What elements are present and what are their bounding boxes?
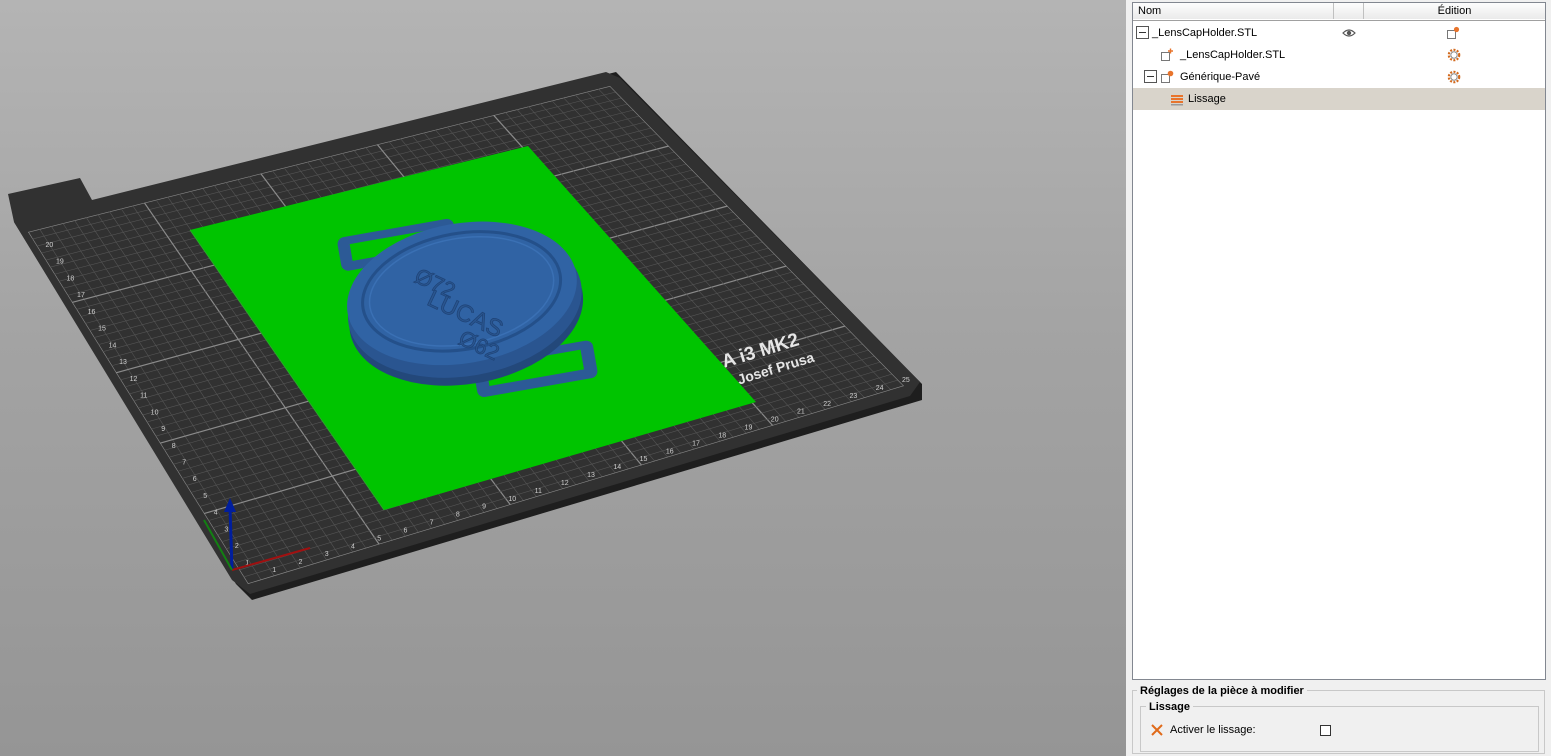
- remove-x-icon[interactable]: [1150, 723, 1164, 737]
- tree-row-modifier[interactable]: Générique-Pavé: [1133, 66, 1545, 88]
- y-tick-label: 4: [214, 510, 218, 517]
- y-tick-label: 3: [224, 526, 228, 533]
- gear-icon[interactable]: [1447, 70, 1461, 84]
- x-tick-label: 7: [430, 520, 434, 527]
- object-name: _LensCapHolder.STL: [1152, 27, 1258, 39]
- modifier-icon: [1161, 70, 1174, 83]
- eye-icon[interactable]: [1342, 26, 1356, 40]
- x-tick-label: 23: [850, 393, 858, 400]
- x-tick-label: 20: [771, 417, 779, 424]
- x-tick-label: 4: [351, 543, 355, 550]
- viewport-scene: 1234567891011121314151617181920212223242…: [8, 72, 922, 600]
- x-tick-label: 18: [718, 432, 726, 439]
- object-list[interactable]: Nom Édition _LensCapHolder.STL _LensCapH: [1132, 2, 1546, 680]
- tree-row-setting[interactable]: Lissage: [1133, 88, 1545, 110]
- x-tick-label: 5: [377, 535, 381, 542]
- column-header-visibility[interactable]: [1334, 3, 1364, 19]
- setting-name: Lissage: [1188, 93, 1226, 105]
- tree-row-object[interactable]: _LensCapHolder.STL: [1133, 22, 1545, 44]
- gear-icon[interactable]: [1447, 48, 1461, 62]
- x-tick-label: 24: [876, 385, 884, 392]
- ironing-option-label: Activer le lissage:: [1170, 724, 1256, 736]
- y-tick-label: 10: [151, 409, 159, 416]
- y-tick-label: 20: [46, 242, 54, 249]
- x-tick-label: 19: [745, 425, 753, 432]
- collapse-toggle[interactable]: [1136, 26, 1149, 39]
- y-tick-label: 16: [88, 309, 96, 316]
- x-tick-label: 16: [666, 448, 674, 455]
- y-tick-label: 18: [67, 275, 75, 282]
- ironing-group-title: Lissage: [1146, 701, 1193, 713]
- x-tick-label: 10: [508, 496, 516, 503]
- x-tick-label: 1: [272, 567, 276, 574]
- y-tick-label: 9: [161, 426, 165, 433]
- x-tick-label: 8: [456, 512, 460, 519]
- y-tick-label: 15: [98, 326, 106, 333]
- x-tick-label: 21: [797, 409, 805, 416]
- ironing-checkbox[interactable]: [1320, 725, 1331, 736]
- x-tick-label: 6: [403, 527, 407, 534]
- x-tick-label: 25: [902, 377, 910, 384]
- y-tick-label: 7: [182, 459, 186, 466]
- y-tick-label: 17: [77, 292, 85, 299]
- tree-row-part[interactable]: _LensCapHolder.STL: [1133, 44, 1545, 66]
- x-tick-label: 2: [298, 559, 302, 566]
- x-tick-label: 9: [482, 504, 486, 511]
- x-tick-label: 15: [640, 456, 648, 463]
- y-tick-label: 8: [172, 443, 176, 450]
- column-header-name[interactable]: Nom: [1133, 3, 1334, 19]
- 3d-viewport[interactable]: 1 2 3 4 5 6 7 8 9 10 11 12 13 14 15 16 17 18 19 20 21 22 23 24 2…: [0, 0, 1126, 756]
- x-tick-label: 11: [535, 488, 542, 495]
- x-tick-label: 13: [587, 472, 595, 479]
- object-list-header: Nom Édition: [1133, 3, 1545, 21]
- part-settings-panel: Réglages de la pièce à modifier Lissage …: [1132, 682, 1545, 754]
- y-tick-label: 14: [109, 342, 117, 349]
- settings-title: Réglages de la pièce à modifier: [1137, 685, 1307, 697]
- y-tick-label: 11: [140, 393, 147, 400]
- y-tick-label: 6: [193, 476, 197, 483]
- x-tick-label: 14: [613, 464, 621, 471]
- y-tick-label: 19: [56, 259, 64, 266]
- x-tick-label: 3: [325, 551, 329, 558]
- ironing-icon: [1171, 95, 1183, 106]
- part-name: _LensCapHolder.STL: [1180, 49, 1286, 61]
- add-part-icon[interactable]: [1446, 26, 1460, 40]
- x-tick-label: 12: [561, 480, 569, 487]
- collapse-toggle[interactable]: [1144, 70, 1157, 83]
- y-tick-label: 5: [203, 493, 207, 500]
- part-icon: [1161, 48, 1173, 61]
- x-tick-label: 17: [692, 440, 700, 447]
- y-tick-label: 2: [235, 543, 239, 550]
- x-tick-label: 22: [823, 401, 831, 408]
- column-header-edit[interactable]: Édition: [1364, 3, 1545, 19]
- modifier-name: Générique-Pavé: [1180, 71, 1261, 83]
- right-sidebar: Nom Édition _LensCapHolder.STL _LensCapH: [1126, 0, 1551, 756]
- y-tick-label: 13: [119, 359, 127, 366]
- y-tick-label: 12: [130, 376, 138, 383]
